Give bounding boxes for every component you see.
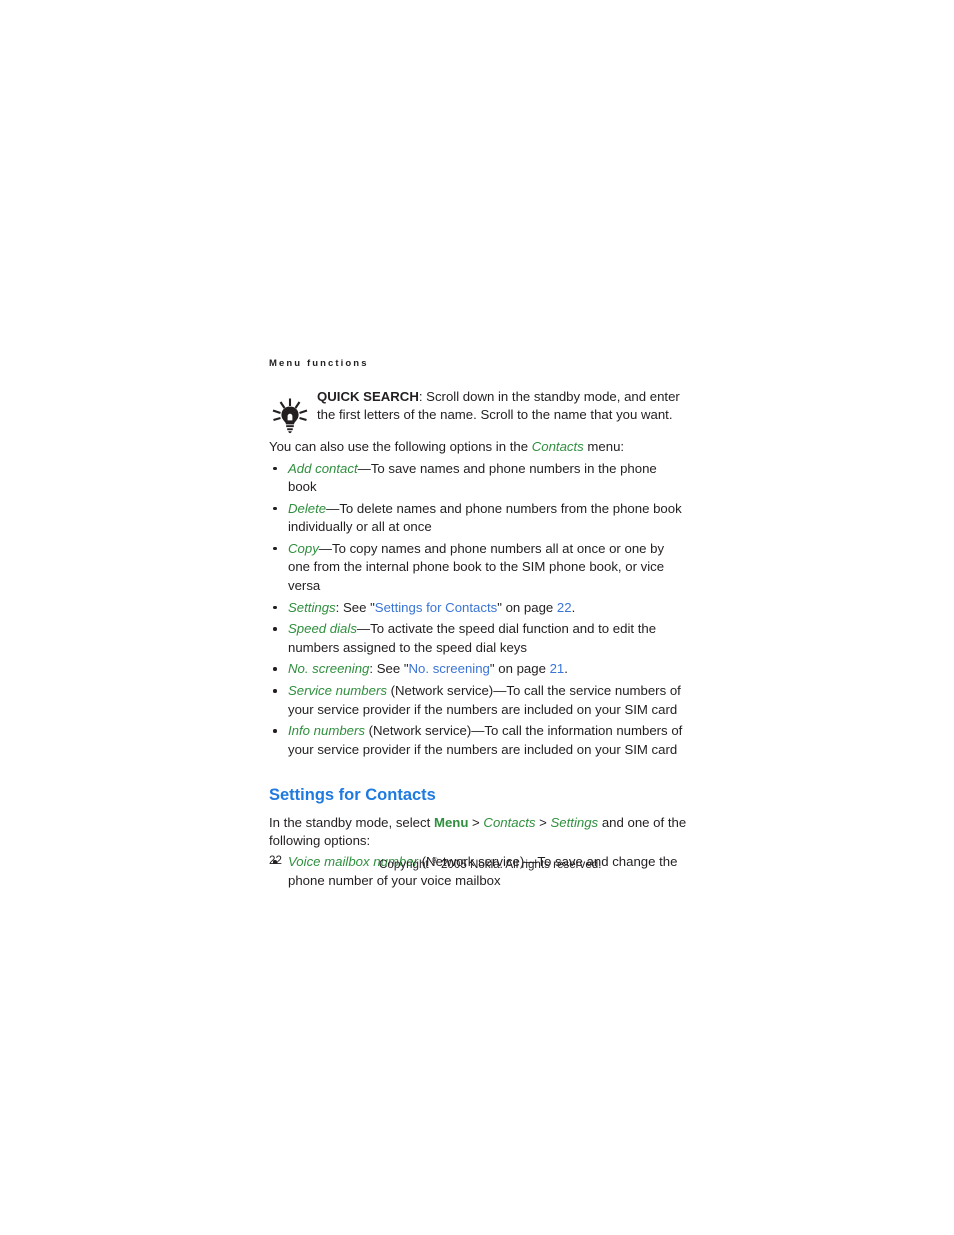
option-term: Service numbers [288, 683, 387, 699]
menu-path-settings: Settings [550, 815, 599, 831]
section-heading-settings-for-contacts: Settings for Contacts [269, 786, 436, 805]
list-item: Service numbers (Network service)—To cal… [269, 682, 687, 719]
list-item: Speed dials—To activate the speed dial f… [269, 620, 687, 657]
menu-path-menu: Menu [433, 815, 469, 831]
list-item: Delete—To delete names and phone numbers… [269, 500, 687, 537]
option-description-cont: " on page [497, 599, 557, 615]
list-item: Settings: See "Settings for Contacts" on… [269, 599, 687, 618]
bullet-icon [273, 466, 277, 471]
copyright-suffix: 2005 Nokia. All rights reserved. [437, 857, 602, 871]
option-description: —To delete names and phone numbers from … [288, 500, 682, 535]
bullet-icon [273, 506, 277, 511]
copyright-prefix: Copyright [379, 857, 432, 871]
bullet-icon [273, 546, 277, 551]
list-item: Copy—To copy names and phone numbers all… [269, 540, 687, 596]
quick-search-label: QUICK SEARCH [317, 389, 419, 404]
option-term: Speed dials [288, 621, 357, 637]
cross-reference-link[interactable]: Settings for Contacts [375, 600, 497, 615]
bullet-icon [273, 667, 277, 672]
bullet-icon [273, 689, 277, 693]
lightbulb-tip-icon [268, 396, 312, 434]
quick-search-tip-block: QUICK SEARCH: Scroll down in the standby… [269, 388, 687, 434]
page-content-column: Menu functions QUICK SEARCH: Scroll down… [269, 358, 687, 894]
page-footer: 22 Copyright ® 2005 Nokia. All rights re… [269, 852, 687, 871]
option-term: Info numbers [288, 723, 365, 739]
options-intro-prefix: You can also use the following options i… [269, 439, 532, 454]
contacts-options-list: Add contact—To save names and phone numb… [269, 460, 687, 760]
list-item: No. screening: See "No. screening" on pa… [269, 660, 687, 679]
options-intro-suffix: menu: [583, 439, 625, 454]
option-description: : See " [369, 661, 409, 677]
option-term: Settings [288, 599, 336, 615]
quick-search-tip-text: QUICK SEARCH: Scroll down in the standby… [317, 388, 687, 423]
menu-path-separator-2: > [535, 815, 551, 831]
bullet-icon [273, 627, 277, 631]
option-term: Delete [288, 500, 327, 516]
option-term: Add contact [288, 460, 358, 476]
list-item: Add contact—To save names and phone numb… [269, 460, 687, 497]
option-term: No. screening [288, 661, 370, 677]
list-item: Info numbers (Network service)—To call t… [269, 722, 687, 759]
menu-path-contacts: Contacts [483, 815, 536, 831]
option-description: —To copy names and phone numbers all at … [288, 540, 665, 594]
footer-page-number: 22 [269, 854, 282, 867]
bullet-icon [273, 729, 277, 733]
option-description-end: . [564, 661, 568, 677]
menu-path-separator-1: > [468, 815, 484, 831]
page-reference-link[interactable]: 22 [557, 600, 572, 615]
option-description-cont: " on page [489, 661, 550, 677]
option-term: Copy [288, 540, 319, 556]
settings-intro-paragraph: In the standby mode, select Menu > Conta… [269, 814, 687, 849]
footer-copyright-notice: Copyright ® 2005 Nokia. All rights reser… [379, 852, 601, 874]
option-description: : See " [335, 599, 375, 615]
cross-reference-link[interactable]: No. screening [409, 661, 490, 676]
contacts-menu-term: Contacts [531, 439, 584, 454]
options-intro-paragraph: You can also use the following options i… [269, 438, 687, 456]
page-reference-link[interactable]: 21 [550, 661, 565, 676]
option-description-end: . [571, 599, 576, 615]
running-header: Menu functions [269, 358, 369, 369]
settings-intro-prefix: In the standby mode, select [269, 815, 434, 831]
bullet-icon [273, 605, 277, 610]
document-page: Menu functions QUICK SEARCH: Scroll down… [0, 0, 954, 1235]
